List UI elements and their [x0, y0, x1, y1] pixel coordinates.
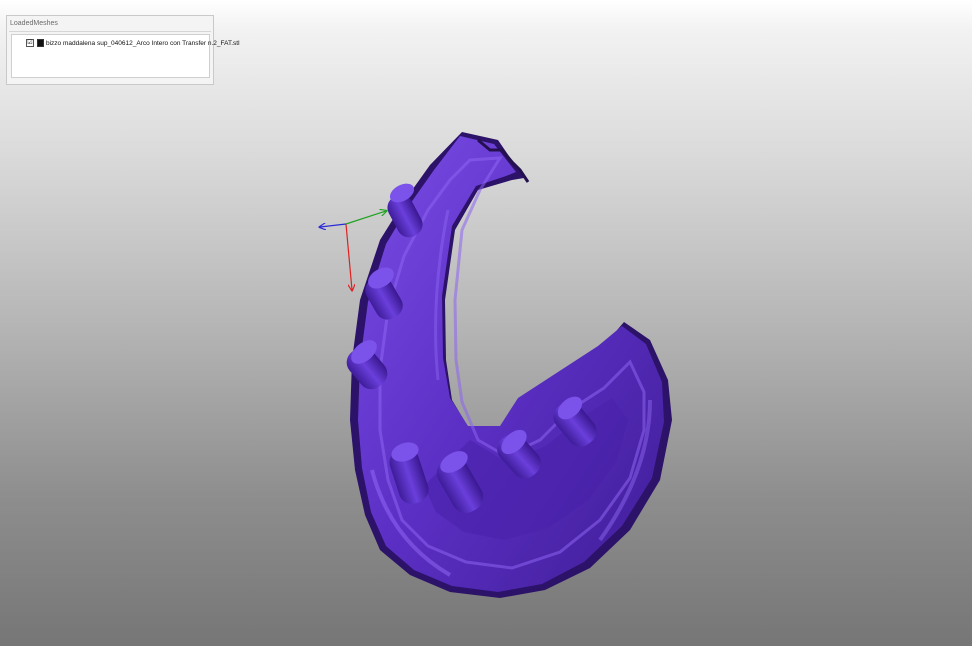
divider: [9, 31, 211, 32]
list-item[interactable]: ☑ bizzo maddalena sup_040612_Arco Intero…: [26, 38, 240, 48]
visibility-checkbox[interactable]: ☑: [26, 39, 34, 47]
3d-viewport[interactable]: [0, 0, 972, 646]
y-axis-arrow[interactable]: [345, 211, 386, 225]
x-axis-arrow[interactable]: [345, 223, 352, 290]
mesh-name[interactable]: bizzo maddalena sup_040612_Arco Intero c…: [46, 40, 240, 47]
z-axis-arrow[interactable]: [320, 224, 347, 227]
panel-title: LoadedMeshes: [10, 20, 58, 27]
loaded-meshes-panel: LoadedMeshes ☑ bizzo maddalena sup_04061…: [6, 15, 240, 85]
mesh-color-swatch-icon[interactable]: [37, 39, 44, 47]
mesh-list: ☑ bizzo maddalena sup_040612_Arco Intero…: [11, 34, 240, 78]
viewport-canvas[interactable]: [0, 0, 972, 646]
